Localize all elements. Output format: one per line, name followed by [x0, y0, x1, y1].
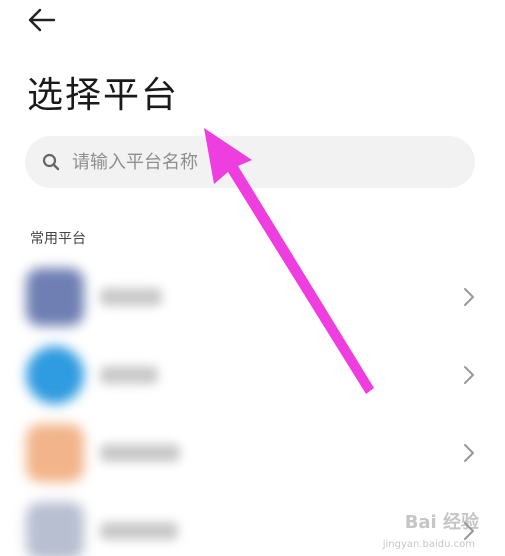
chevron-right-icon	[464, 288, 474, 306]
platform-name-blurred	[100, 522, 178, 540]
platform-name-blurred	[100, 288, 162, 306]
platform-list-item-2[interactable]	[0, 336, 505, 414]
platform-name-blurred	[100, 366, 158, 384]
section-label-common-platforms: 常用平台	[30, 231, 86, 247]
platform-avatar	[26, 346, 84, 404]
platform-avatar	[26, 502, 84, 556]
page-title: 选择平台	[27, 75, 180, 116]
platform-avatar	[26, 424, 84, 482]
search-icon	[42, 153, 60, 171]
platform-select-page: 选择平台 常用平台	[0, 0, 505, 556]
platform-name-blurred	[100, 444, 180, 462]
chevron-right-icon	[464, 366, 474, 384]
platform-avatar	[26, 268, 84, 326]
search-box[interactable]	[25, 136, 475, 188]
search-input[interactable]	[70, 150, 434, 174]
arrow-left-icon	[28, 8, 56, 32]
chevron-right-icon	[464, 444, 474, 462]
watermark-url: jingyan.baidu.com	[382, 539, 475, 550]
platform-list-item-1[interactable]	[0, 258, 505, 336]
platform-list-item-3[interactable]	[0, 414, 505, 492]
watermark-logo: Bai 经验	[404, 512, 479, 533]
back-button[interactable]	[26, 6, 58, 34]
